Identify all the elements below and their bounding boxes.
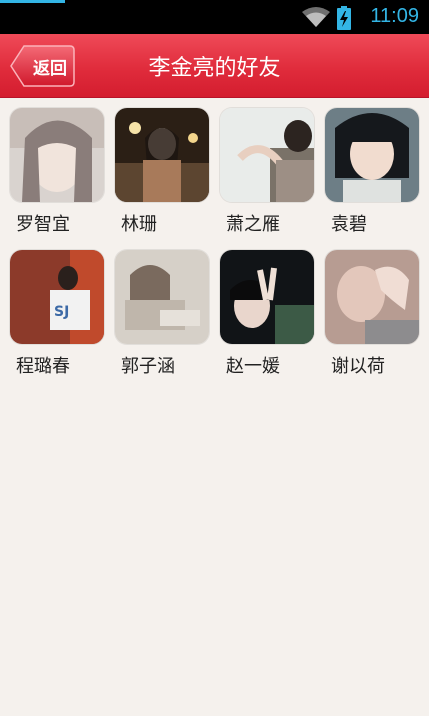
avatar-photo-icon	[10, 108, 104, 202]
avatar-photo-icon	[325, 108, 419, 202]
friend-item[interactable]: 萧之雁	[220, 108, 316, 240]
clock: 11:09	[370, 5, 419, 27]
friend-item[interactable]: 罗智宜	[10, 108, 106, 240]
avatar-photo-icon: SJ	[10, 250, 104, 344]
avatar-photo-icon	[220, 250, 314, 344]
notification-indicator	[0, 0, 65, 3]
avatar-photo-icon	[115, 250, 209, 344]
friend-name: 程璐春	[16, 356, 70, 377]
page-title: 李金亮的好友	[148, 56, 281, 81]
avatar-photo-icon	[325, 250, 419, 344]
friend-name: 林珊	[121, 214, 157, 235]
friend-item[interactable]: 赵一媛	[220, 250, 316, 382]
friend-name: 郭子涵	[121, 356, 175, 377]
friend-item[interactable]: 林珊	[115, 108, 211, 240]
friend-name: 袁碧	[331, 214, 367, 235]
svg-text:SJ: SJ	[54, 304, 69, 320]
avatar-photo-icon	[220, 108, 314, 202]
friend-item[interactable]: SJ 程璐春	[10, 250, 106, 382]
friend-item[interactable]: 谢以荷	[325, 250, 421, 382]
friend-item[interactable]: 袁碧	[325, 108, 421, 240]
avatar-photo-icon	[115, 108, 209, 202]
friend-item[interactable]: 郭子涵	[115, 250, 211, 382]
friend-name: 谢以荷	[331, 356, 385, 377]
title-bar: 返回 李金亮的好友	[0, 34, 429, 98]
status-bar: 11:09	[0, 0, 429, 34]
friend-name: 赵一媛	[226, 356, 280, 377]
friend-name: 罗智宜	[16, 214, 70, 235]
wifi-icon	[302, 7, 330, 27]
battery-charging-icon	[337, 6, 351, 30]
friend-name: 萧之雁	[226, 214, 280, 235]
